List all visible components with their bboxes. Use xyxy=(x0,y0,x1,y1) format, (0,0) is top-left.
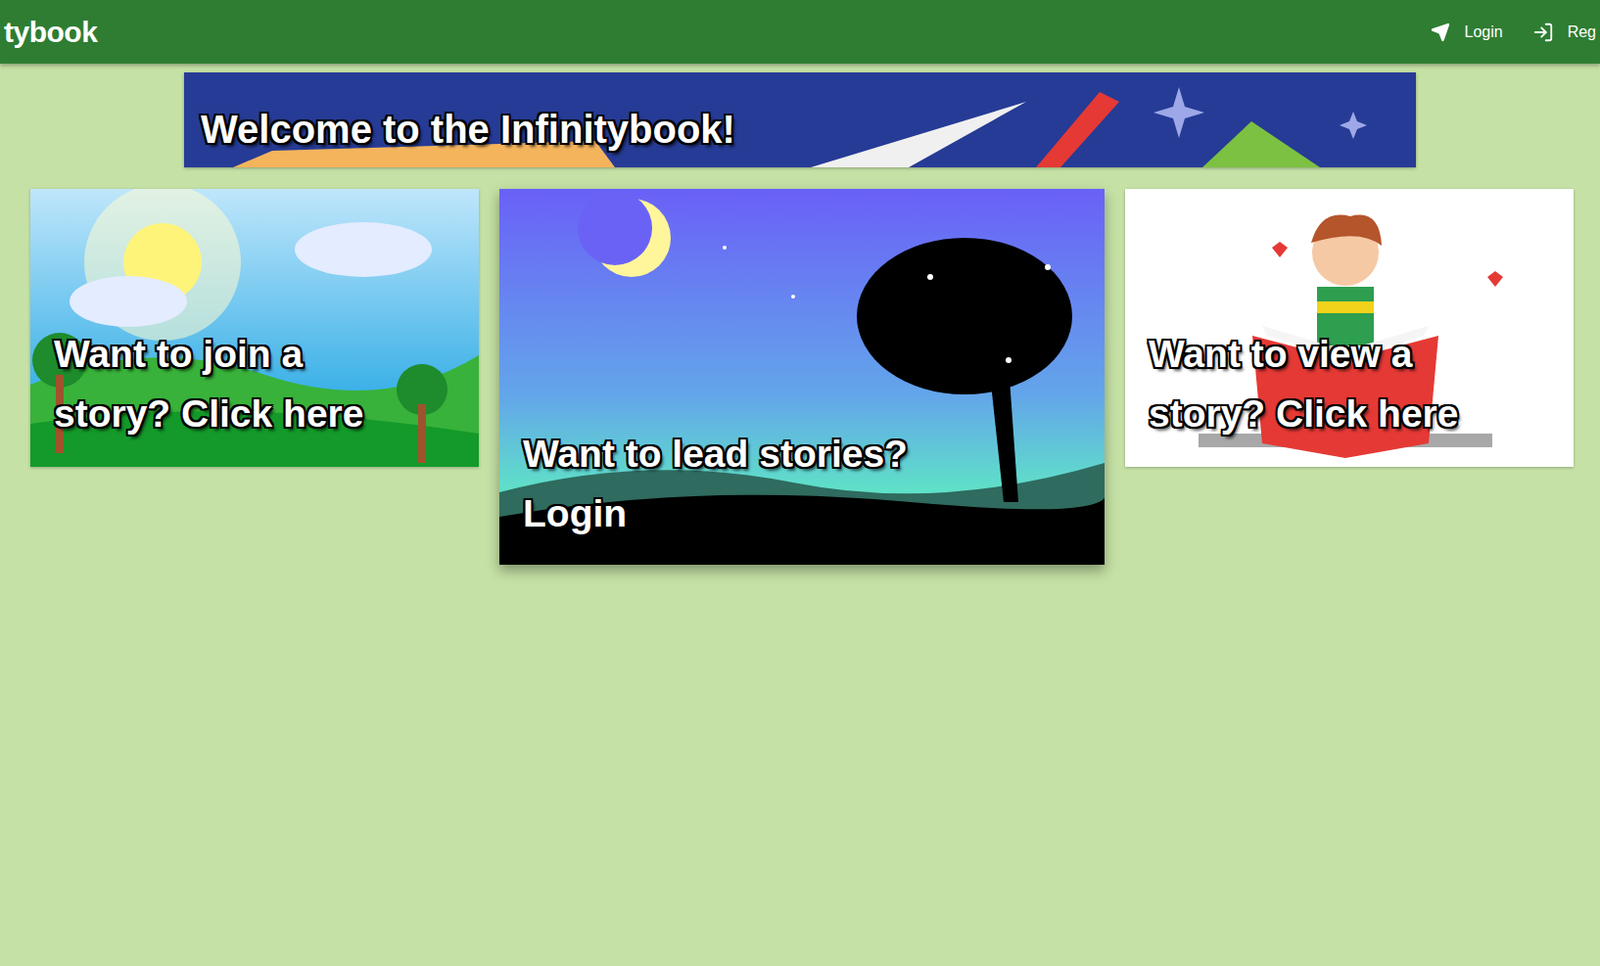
banner-title: Welcome to the Infinitybook! xyxy=(184,98,736,168)
card-text: Login xyxy=(522,484,1082,544)
welcome-banner: Welcome to the Infinitybook! xyxy=(184,72,1416,168)
card-text: Want to lead stories? xyxy=(522,424,1082,484)
nav-link[interactable]: Login xyxy=(1430,22,1503,43)
send-icon xyxy=(1430,22,1451,43)
card-text: story? Click here xyxy=(1148,384,1551,444)
nav-link[interactable]: Reg xyxy=(1532,21,1597,44)
sign-in-icon xyxy=(1532,21,1554,44)
top-bar: tybook Login Reg xyxy=(0,0,1600,64)
home-page: tybook Login Reg Welcome to the Infinityboo… xyxy=(0,0,1600,966)
story-card[interactable]: Want to lead stories?Login xyxy=(499,188,1105,565)
card-text: story? Click here xyxy=(53,384,456,444)
story-card[interactable]: Want to join astory? Click here xyxy=(30,188,479,468)
card-text: Want to view a xyxy=(1148,325,1551,384)
card-text: Want to join a xyxy=(53,325,456,384)
brand-logo[interactable]: tybook xyxy=(3,15,97,49)
top-nav: Login Reg xyxy=(1430,21,1600,44)
card-row: Want to join astory? Click hereWant to l… xyxy=(0,188,1600,565)
story-card[interactable]: Want to view astory? Click here xyxy=(1125,188,1574,468)
